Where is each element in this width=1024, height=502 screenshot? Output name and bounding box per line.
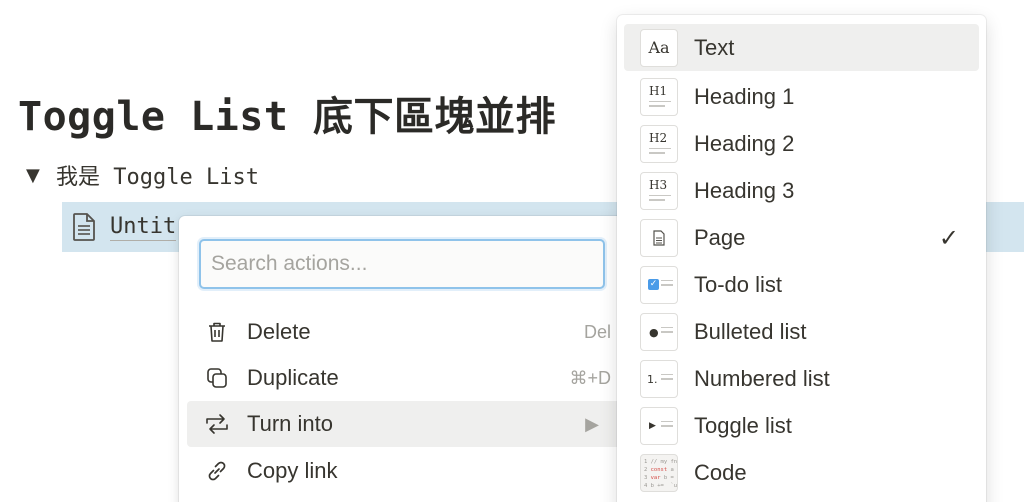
page-title[interactable]: Toggle List 底下區塊並排 (18, 84, 556, 142)
menu-item-label: Copy link (247, 458, 338, 483)
child-page-title[interactable]: Untit (110, 214, 177, 241)
turn-into-submenu: Aa Text H1 Heading 1 H2 Heading 2 H3 Hea… (617, 15, 986, 502)
turn-into-numbered-list[interactable]: 1. Numbered list (624, 355, 979, 402)
page-icon (640, 218, 678, 257)
checkmark-icon: ✓ (938, 223, 959, 252)
turn-into-page[interactable]: Page ✓ (624, 214, 979, 261)
menu-item-copy-link[interactable]: Copy link (187, 448, 621, 494)
toggle-label[interactable]: 我是 Toggle List (56, 159, 259, 191)
turn-into-label: Heading 1 (694, 83, 795, 109)
menu-item-label: Delete (247, 319, 311, 344)
page-doc-icon (73, 213, 95, 241)
turn-into-text[interactable]: Aa Text (624, 24, 979, 71)
heading-1-icon: H1 (640, 77, 678, 116)
turn-into-label: Page (694, 224, 746, 250)
turn-into-bulleted-list[interactable]: ● Bulleted list (624, 308, 979, 355)
duplicate-icon (187, 355, 247, 401)
search-actions-input[interactable] (199, 239, 605, 289)
turn-into-label: Numbered list (694, 365, 830, 391)
menu-item-label: Duplicate (247, 365, 339, 390)
turn-into-toggle-list[interactable]: ▶ Toggle list (624, 402, 979, 449)
menu-item-duplicate[interactable]: Duplicate ⌘+D (187, 355, 621, 401)
turn-into-label: Heading 2 (694, 130, 795, 156)
toggle-list-icon: ▶ (640, 406, 678, 445)
turn-into-label: Toggle list (694, 412, 792, 438)
toggle-triangle-icon[interactable]: ▼ (26, 165, 56, 186)
turn-into-heading-3[interactable]: H3 Heading 3 (624, 167, 979, 214)
submenu-arrow-icon: ▶ (585, 413, 599, 435)
numbered-list-icon: 1. (640, 359, 678, 398)
link-icon (187, 448, 247, 494)
text-icon: Aa (640, 28, 678, 67)
toggle-list-block[interactable]: ▼ 我是 Toggle List (26, 159, 259, 191)
heading-3-icon: H3 (640, 171, 678, 210)
menu-item-delete[interactable]: Delete Del (187, 309, 621, 355)
turn-into-label: Bulleted list (694, 318, 807, 344)
menu-item-turn-into[interactable]: Turn into ▶ (187, 401, 621, 447)
turn-into-heading-1[interactable]: H1 Heading 1 (624, 73, 979, 120)
turn-into-icon (187, 401, 247, 447)
turn-into-label: Text (694, 34, 735, 60)
shortcut-hint: Del (583, 321, 611, 342)
trash-icon (187, 309, 247, 355)
shortcut-hint: ⌘+D (569, 367, 611, 388)
turn-into-label: To-do list (694, 271, 783, 297)
turn-into-todo-list[interactable]: ✓ To-do list (624, 261, 979, 308)
turn-into-heading-2[interactable]: H2 Heading 2 (624, 120, 979, 167)
todo-icon: ✓ (640, 265, 678, 304)
block-actions-menu: Delete Del Duplicate ⌘+D Turn into ▶ Cop… (179, 216, 629, 502)
bulleted-list-icon: ● (640, 312, 678, 351)
turn-into-code[interactable]: 1 // my fn 2 const a 3 var b = 4 b += `u… (624, 449, 979, 496)
turn-into-label: Code (694, 459, 747, 485)
heading-2-icon: H2 (640, 124, 678, 163)
code-icon: 1 // my fn 2 const a 3 var b = 4 b += `u… (640, 453, 678, 492)
turn-into-label: Heading 3 (694, 177, 795, 203)
menu-item-label: Turn into (247, 411, 334, 436)
